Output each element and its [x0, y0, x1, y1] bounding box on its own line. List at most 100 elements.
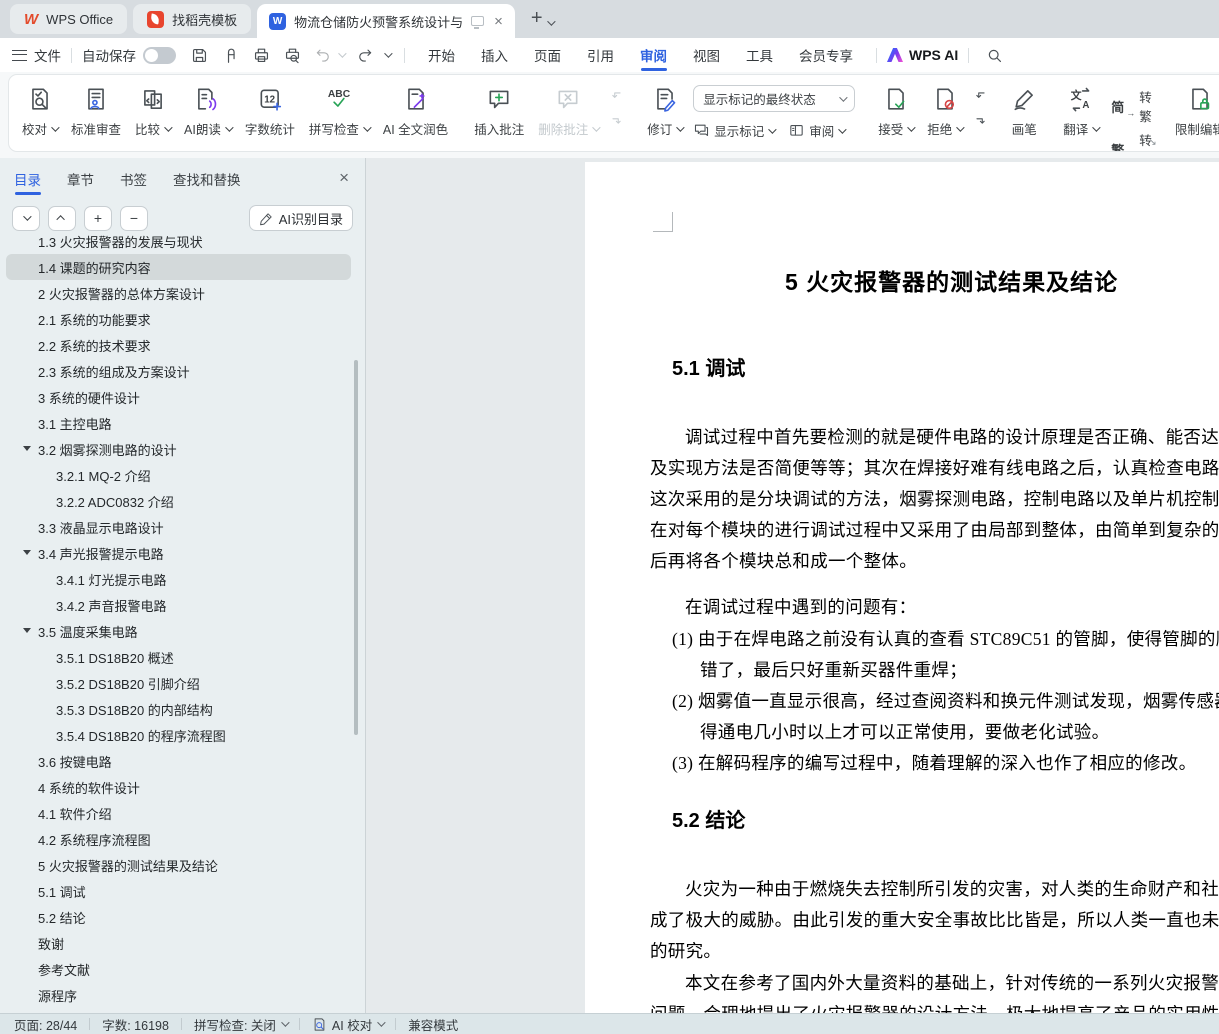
- toc-item[interactable]: 源程序: [6, 982, 351, 1008]
- sidebar-scrollbar[interactable]: [354, 360, 358, 735]
- menu-tab-6[interactable]: 工具: [733, 38, 786, 72]
- redo-chevron-icon[interactable]: [384, 49, 393, 58]
- group-expander-icon[interactable]: ↘: [1148, 137, 1156, 148]
- expand-all-button[interactable]: +: [84, 205, 112, 231]
- previous-change-button[interactable]: [972, 88, 989, 105]
- track-changes-button[interactable]: 修订: [640, 75, 689, 151]
- toc-item[interactable]: 3.5.1 DS18B20 概述: [6, 644, 351, 670]
- toc-item[interactable]: 1.3 火灾报警器的发展与现状: [6, 234, 351, 254]
- search-button[interactable]: [979, 46, 1010, 65]
- toc-item[interactable]: 致谢: [6, 930, 351, 956]
- toc-item[interactable]: 5.2 结论: [6, 904, 351, 930]
- toc-item[interactable]: 4.1 软件介绍: [6, 800, 351, 826]
- compare-button[interactable]: 比较: [128, 75, 177, 151]
- toc-item[interactable]: 3.4.1 灯光提示电路: [6, 566, 351, 592]
- toc-item[interactable]: 2.2 系统的技术要求: [6, 332, 351, 358]
- toc-item[interactable]: 4 系统的软件设计: [6, 774, 351, 800]
- save-button[interactable]: [184, 46, 215, 65]
- simplified-to-traditional-button[interactable]: 简 转繁: [1111, 87, 1152, 125]
- toc-item[interactable]: 3.2.1 MQ-2 介绍: [6, 462, 351, 488]
- redo-button[interactable]: [350, 46, 380, 64]
- expand-triangle-icon[interactable]: [23, 628, 31, 633]
- sidebar-tab-2[interactable]: 书签: [120, 158, 147, 200]
- toc-item[interactable]: 1.4 课题的研究内容: [6, 254, 351, 280]
- review-pane-button[interactable]: 审阅: [788, 121, 847, 140]
- tab-document[interactable]: W 物流仓储防火预警系统设计与 ×: [257, 4, 515, 38]
- page-indicator[interactable]: 页面: 28/44: [14, 1015, 77, 1034]
- ai-proofread-status[interactable]: AI 校对: [312, 1015, 386, 1034]
- toc-scroll-viewport[interactable]: 1.3 火灾报警器的发展与现状 1.4 课题的研究内容 2 火灾报警器的总体方案设计…: [0, 234, 365, 1013]
- word-count-button[interactable]: 12 字数统计: [238, 75, 302, 151]
- traditional-to-simplified-button[interactable]: 繁 转简: [1111, 130, 1152, 151]
- toc-item[interactable]: 3.2 烟雾探测电路的设计: [6, 436, 351, 462]
- toc-item[interactable]: 3.2.2 ADC0832 介绍: [6, 488, 351, 514]
- markup-state-dropdown[interactable]: 显示标记的最终状态: [693, 85, 856, 112]
- expand-triangle-icon[interactable]: [23, 550, 31, 555]
- divider: [876, 47, 877, 63]
- toc-item[interactable]: 3.3 液晶显示电路设计: [6, 514, 351, 540]
- menu-tab-3[interactable]: 引用: [574, 38, 627, 72]
- toc-item[interactable]: 3.5.2 DS18B20 引脚介绍: [6, 670, 351, 696]
- wps-ai-button[interactable]: WPS AI: [887, 47, 958, 63]
- menu-tab-5[interactable]: 视图: [680, 38, 733, 72]
- ai-recognize-toc-button[interactable]: AI识别目录: [248, 205, 353, 231]
- toc-item[interactable]: 4.2 系统程序流程图: [6, 826, 351, 852]
- toc-item[interactable]: 3.4 声光报警提示电路: [6, 540, 351, 566]
- sidebar-tab-3[interactable]: 查找和替换: [173, 158, 241, 200]
- collapse-next-button[interactable]: [12, 205, 40, 231]
- menu-tab-1[interactable]: 插入: [468, 38, 521, 72]
- file-menu[interactable]: 文件: [34, 45, 61, 65]
- toc-item[interactable]: 2 火灾报警器的总体方案设计: [6, 280, 351, 306]
- spell-check-status[interactable]: 拼写检查: 关闭: [194, 1015, 290, 1034]
- print-button[interactable]: [246, 46, 277, 65]
- menu-tab-2[interactable]: 页面: [521, 38, 574, 72]
- spell-check-button[interactable]: ABC 拼写检查: [302, 75, 376, 151]
- new-tab-button[interactable]: +: [531, 7, 543, 30]
- print-preview-button[interactable]: [277, 46, 308, 65]
- collapse-prev-button[interactable]: [48, 205, 76, 231]
- toc-item[interactable]: 3.5.4 DS18B20 的程序流程图: [6, 722, 351, 748]
- toc-item[interactable]: 3.4.2 声音报警电路: [6, 592, 351, 618]
- insert-comment-button[interactable]: 插入批注: [467, 75, 531, 151]
- toc-item[interactable]: 参考文献: [6, 956, 351, 982]
- translate-button[interactable]: 文A 翻译: [1056, 75, 1105, 151]
- export-pdf-button[interactable]: [215, 46, 246, 65]
- toc-item[interactable]: 3.6 按键电路: [6, 748, 351, 774]
- toc-item[interactable]: 5 火灾报警器的测试结果及结论: [6, 852, 351, 878]
- sidebar-tab-1[interactable]: 章节: [67, 158, 94, 200]
- menu-tab-0[interactable]: 开始: [415, 38, 468, 72]
- toc-item[interactable]: 3 系统的硬件设计: [6, 384, 351, 410]
- ai-polish-button[interactable]: AI 全文润色: [376, 75, 455, 151]
- proofread-button[interactable]: 校对: [15, 75, 64, 151]
- toc-item[interactable]: 3.5 温度采集电路: [6, 618, 351, 644]
- ai-read-aloud-button[interactable]: AI朗读: [177, 75, 238, 151]
- menu-tab-7[interactable]: 会员专享: [786, 38, 866, 72]
- show-markup-button[interactable]: 显示标记: [693, 121, 777, 140]
- toc-item[interactable]: 3.1 主控电路: [6, 410, 351, 436]
- autosave-toggle[interactable]: [143, 46, 176, 64]
- accept-change-button[interactable]: 接受: [871, 75, 920, 151]
- tab-docer-templates[interactable]: 找稻壳模板: [133, 4, 252, 34]
- tab-list-chevron-icon[interactable]: [546, 17, 556, 26]
- close-tab-icon[interactable]: ×: [492, 14, 505, 29]
- hamburger-menu-icon[interactable]: [12, 49, 27, 61]
- sidebar-tab-0[interactable]: 目录: [14, 158, 41, 200]
- reject-change-button[interactable]: 拒绝: [920, 75, 969, 151]
- document-page[interactable]: 5 火灾报警器的测试结果及结论 5.1 调试 调试过程中首先要检测的就是硬件电路的…: [585, 162, 1219, 1013]
- word-count-indicator[interactable]: 字数: 16198: [102, 1015, 169, 1034]
- tab-wps-office[interactable]: W WPS Office: [10, 4, 128, 34]
- expand-triangle-icon[interactable]: [23, 446, 31, 451]
- toc-item[interactable]: 2.3 系统的组成及方案设计: [6, 358, 351, 384]
- toc-item[interactable]: 3.5.3 DS18B20 的内部结构: [6, 696, 351, 722]
- collapse-all-button[interactable]: −: [120, 205, 148, 231]
- close-sidebar-icon[interactable]: ×: [339, 168, 349, 188]
- next-change-button[interactable]: [972, 111, 989, 128]
- menu-tab-4[interactable]: 审阅: [627, 38, 680, 72]
- standard-review-button[interactable]: 标准审查: [64, 75, 128, 151]
- toc-item[interactable]: 5.1 调试: [6, 878, 351, 904]
- doc-text-line: 5.1 调试: [672, 358, 746, 380]
- restrict-editing-button[interactable]: 限制编辑: [1168, 75, 1219, 151]
- divider: [968, 47, 970, 63]
- ink-pen-button[interactable]: 画笔: [1004, 75, 1044, 151]
- toc-item[interactable]: 2.1 系统的功能要求: [6, 306, 351, 332]
